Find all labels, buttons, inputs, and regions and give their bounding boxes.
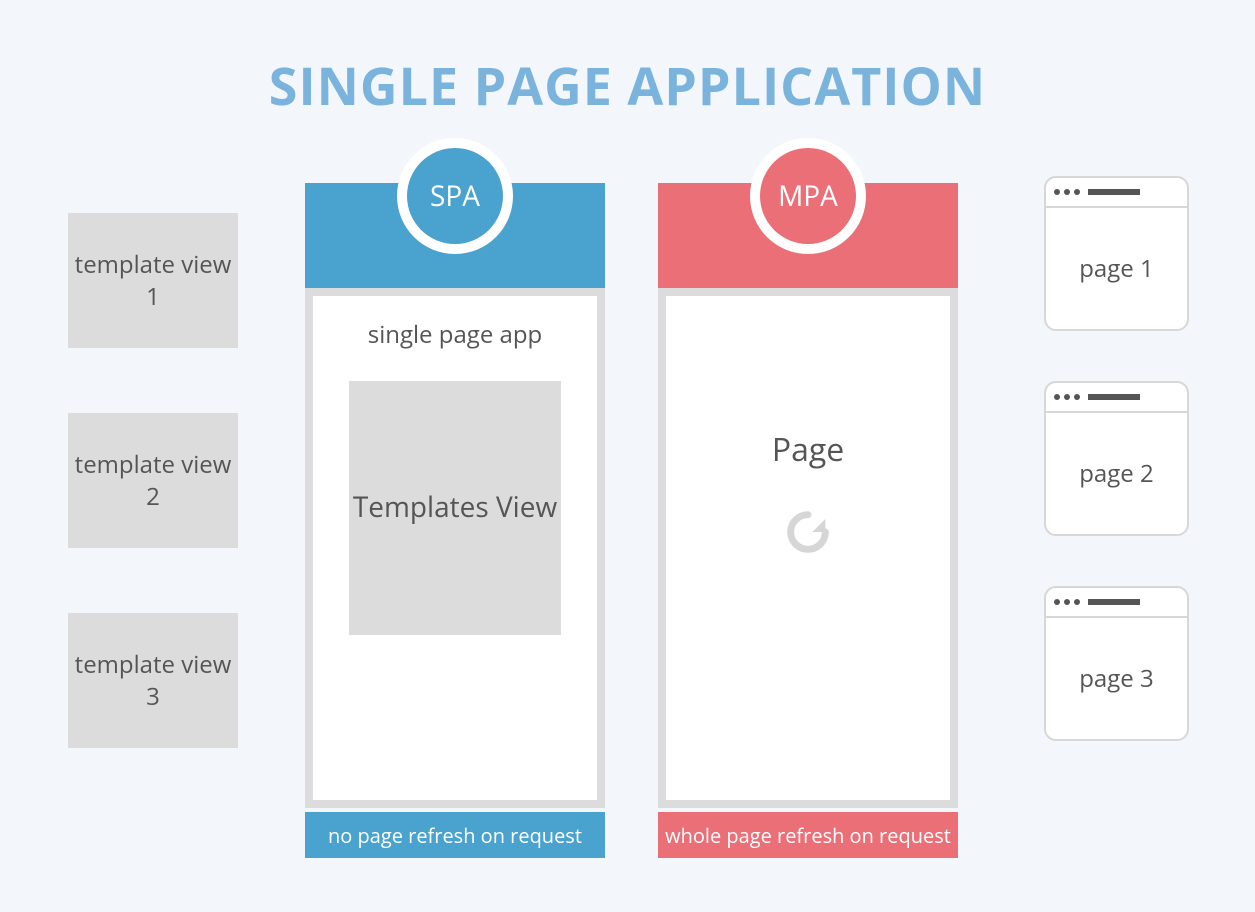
page-mini-1-label: page 1	[1046, 208, 1187, 329]
spa-badge-ring: SPA	[397, 138, 513, 254]
page-mini-2: page 2	[1044, 381, 1189, 536]
page-mini-3-label: page 3	[1046, 618, 1187, 739]
page-mini-2-label: page 2	[1046, 413, 1187, 534]
browser-bar-icon	[1046, 588, 1187, 618]
mpa-column: MPA Page whole page refresh on request	[658, 183, 958, 858]
spa-panel: single page app Templates View	[313, 296, 597, 800]
mpa-badge: MPA	[760, 148, 856, 244]
diagram-title: SINGLE PAGE APPLICATION	[0, 0, 1255, 121]
mpa-body: Page	[658, 288, 958, 808]
browser-bar-icon	[1046, 383, 1187, 413]
mpa-page-label: Page	[772, 428, 844, 471]
template-view-box-1: template view 1	[68, 213, 238, 348]
spa-column: SPA single page app Templates View no pa…	[305, 183, 605, 858]
browser-bar-icon	[1046, 178, 1187, 208]
diagram-stage: template view 1 template view 2 template…	[0, 121, 1255, 881]
spa-footer: no page refresh on request	[305, 812, 605, 858]
template-view-box-2: template view 2	[68, 413, 238, 548]
template-view-box-3: template view 3	[68, 613, 238, 748]
spa-body: single page app Templates View	[305, 288, 605, 808]
spa-badge: SPA	[407, 148, 503, 244]
mpa-panel: Page	[666, 296, 950, 800]
page-mini-3: page 3	[1044, 586, 1189, 741]
spa-subtitle: single page app	[368, 318, 542, 351]
mpa-footer: whole page refresh on request	[658, 812, 958, 858]
refresh-icon	[782, 506, 834, 558]
page-mini-1: page 1	[1044, 176, 1189, 331]
templates-view-box: Templates View	[349, 381, 561, 635]
mpa-badge-ring: MPA	[750, 138, 866, 254]
